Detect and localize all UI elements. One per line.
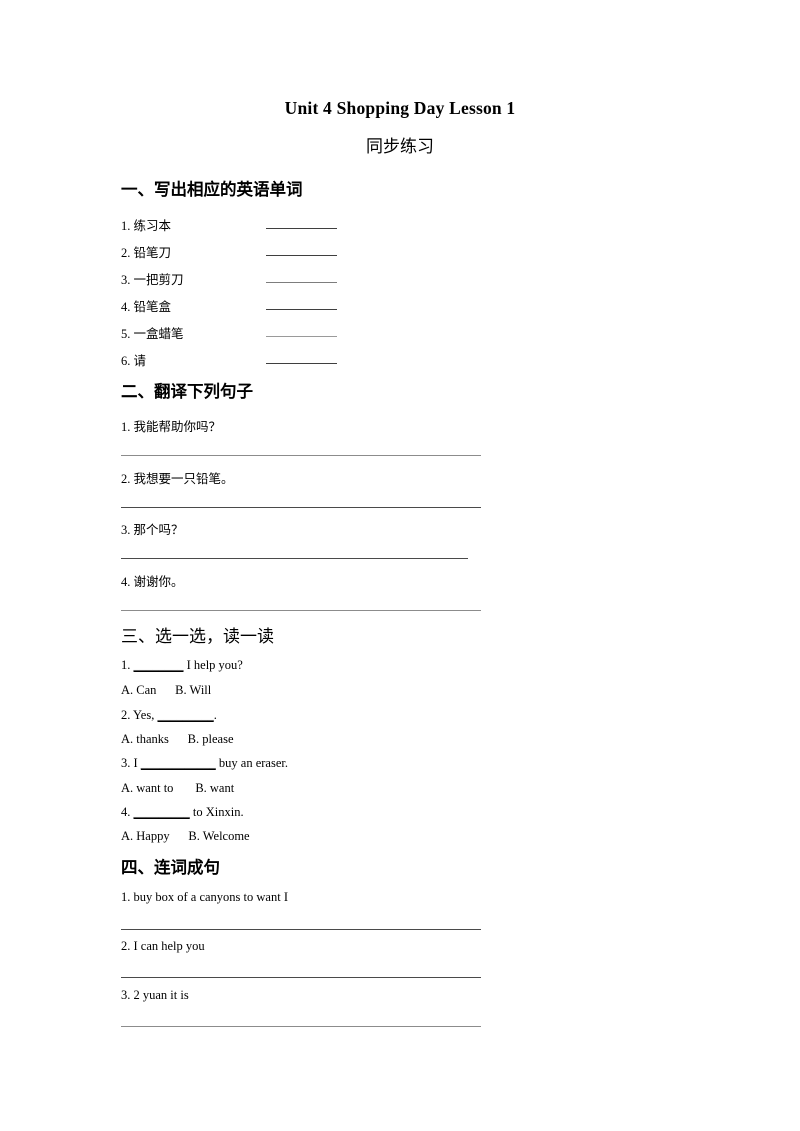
word-item-6: 6. 请 [121,350,146,369]
translate-item-4: 4. 谢谢你。 [121,571,184,590]
item-text: 一把剪刀 [133,273,184,287]
item-number: 4. [121,575,131,589]
choice-question-1: 1. ________ I help you? [121,658,243,673]
question-before: I [130,756,138,770]
item-text: 我想要一只铅笔。 [133,472,234,486]
answer-blank-1-3[interactable] [266,282,337,283]
answer-line-4-1[interactable] [121,929,481,930]
item-text: 请 [133,354,147,368]
item-text: 那个吗？ [133,523,184,537]
item-text: 铅笔盒 [133,300,172,314]
word-order-item-2: 2. I can help you [121,939,205,954]
translate-item-2: 2. 我想要一只铅笔。 [121,468,234,487]
word-item-4: 4. 铅笔盒 [121,296,171,315]
question-blank[interactable]: _________ [134,805,190,819]
answer-line-4-3[interactable] [121,1026,481,1027]
answer-line-2-1[interactable] [121,455,481,456]
worksheet-page: Unit 4 Shopping Day Lesson 1 同步练习 一、写出相应… [0,0,800,1131]
question-blank[interactable]: ________ [134,658,184,672]
item-text: 2 yuan it is [133,988,189,1002]
item-number: 4. [121,805,131,819]
choice-question-4: 4. _________ to Xinxin. [121,805,244,820]
translate-item-1: 1. 我能帮助你吗？ [121,416,221,435]
choice-question-3: 3. I ____________ buy an eraser. [121,756,288,771]
choice-options-1: A. Can B. Will [121,683,211,698]
item-number: 2. [121,472,131,486]
option-a[interactable]: A. want to [121,781,173,795]
question-blank[interactable]: ____________ [141,756,216,770]
item-number: 3. [121,273,131,287]
item-number: 3. [121,756,131,770]
item-number: 2. [121,246,131,260]
choice-question-2: 2. Yes, _________. [121,708,217,723]
word-item-3: 3. 一把剪刀 [121,269,184,288]
option-a[interactable]: A. Happy [121,829,170,843]
section-heading-3: 三、选一选，读一读 [121,627,274,646]
option-b[interactable]: B. please [188,732,234,746]
answer-blank-1-2[interactable] [266,255,337,256]
page-subtitle: 同步练习 [366,137,434,156]
item-number: 2. [121,939,131,953]
answer-blank-1-5[interactable] [266,336,337,337]
answer-blank-1-6[interactable] [266,363,337,364]
section-heading-1: 一、写出相应的英语单词 [121,180,303,199]
section-heading-2: 二、翻译下列句子 [121,382,253,401]
word-item-2: 2. 铅笔刀 [121,242,171,261]
answer-blank-1-1[interactable] [266,228,337,229]
item-number: 1. [121,890,131,904]
item-number: 4. [121,300,131,314]
item-text: 练习本 [133,219,172,233]
option-b[interactable]: B. want [195,781,234,795]
section-heading-4: 四、连词成句 [121,858,220,877]
item-text: I can help you [133,939,205,953]
word-item-5: 5. 一盒蜡笔 [121,323,184,342]
item-number: 3. [121,523,131,537]
item-number: 5. [121,327,131,341]
question-after: to Xinxin. [189,805,244,819]
page-title: Unit 4 Shopping Day Lesson 1 [284,98,516,118]
item-text: buy box of a canyons to want I [133,890,288,904]
translate-item-3: 3. 那个吗？ [121,519,184,538]
item-number: 1. [121,420,131,434]
question-after: buy an eraser. [215,756,288,770]
choice-options-2: A. thanks B. please [121,732,234,747]
item-number: 1. [121,219,131,233]
answer-line-2-2[interactable] [121,507,481,508]
item-text: 谢谢你。 [133,575,184,589]
item-number: 3. [121,988,131,1002]
answer-blank-1-4[interactable] [266,309,337,310]
answer-line-2-3[interactable] [121,558,468,559]
option-b[interactable]: B. Will [175,683,211,697]
item-text: 一盒蜡笔 [133,327,184,341]
item-text: 我能帮助你吗？ [133,420,222,434]
word-item-1: 1. 练习本 [121,215,171,234]
item-number: 6. [121,354,131,368]
choice-options-3: A. want to B. want [121,781,234,796]
question-before: Yes, [130,708,155,722]
item-number: 2. [121,708,131,722]
word-order-item-3: 3. 2 yuan it is [121,988,189,1003]
question-after: . [213,708,217,722]
option-a[interactable]: A. Can [121,683,156,697]
answer-line-4-2[interactable] [121,977,481,978]
choice-options-4: A. Happy B. Welcome [121,829,250,844]
answer-line-2-4[interactable] [121,610,481,611]
item-text: 铅笔刀 [133,246,172,260]
option-b[interactable]: B. Welcome [188,829,249,843]
question-after: I help you? [183,658,243,672]
option-a[interactable]: A. thanks [121,732,169,746]
word-order-item-1: 1. buy box of a canyons to want I [121,890,288,905]
item-number: 1. [121,658,131,672]
question-blank[interactable]: _________ [157,708,213,722]
